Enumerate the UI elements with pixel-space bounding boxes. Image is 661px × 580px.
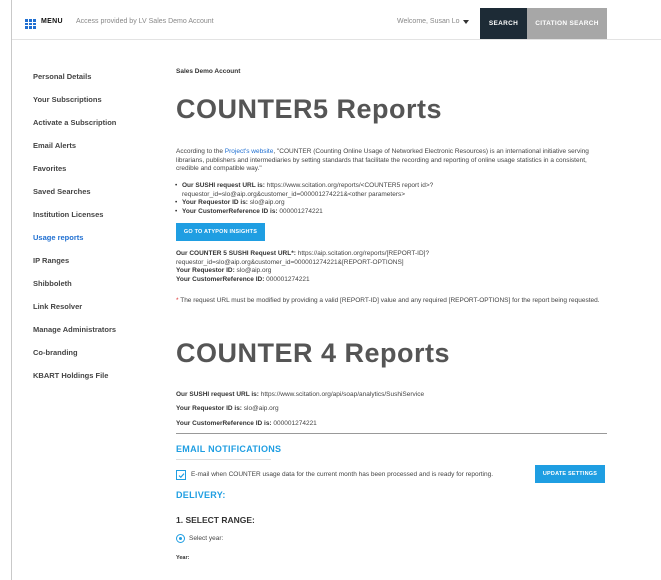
- go-to-atypon-insights-button[interactable]: GO TO ATYPON INSIGHTS: [176, 223, 265, 241]
- project-website-link[interactable]: Project's website: [225, 148, 274, 155]
- sidebar-item-your-subscriptions[interactable]: Your Subscriptions: [33, 95, 102, 104]
- delivery-heading: DELIVERY:: [176, 490, 226, 500]
- counter5-note: * The request URL must be modified by pr…: [176, 297, 600, 304]
- sidebar-item-ip-ranges[interactable]: IP Ranges: [33, 256, 69, 265]
- counter4-requestor-id: Your Requestor ID is: slo@aip.org: [176, 405, 279, 412]
- select-year-radio[interactable]: [176, 534, 185, 543]
- bullet-sushi-url: Our SUSHI request URL is: https://www.sc…: [175, 182, 542, 199]
- email-notification-label: E-mail when COUNTER usage data for the c…: [191, 471, 494, 478]
- sidebar-item-favorites[interactable]: Favorites: [33, 164, 66, 173]
- top-bar: MENU Access provided by LV Sales Demo Ac…: [12, 8, 661, 40]
- email-heading-underline: [176, 459, 271, 460]
- counter4-customer-id: Your CustomerReference ID is: 0000012742…: [176, 420, 317, 427]
- sidebar-item-shibboleth[interactable]: Shibboleth: [33, 279, 72, 288]
- select-year-label: Select year:: [189, 535, 224, 542]
- counter4-title: COUNTER 4 Reports: [176, 338, 451, 368]
- sidebar-item-saved-searches[interactable]: Saved Searches: [33, 187, 91, 196]
- page-frame: MENU Access provided by LV Sales Demo Ac…: [11, 0, 661, 580]
- email-notifications-heading: EMAIL NOTIFICATIONS: [176, 444, 282, 454]
- citation-search-button[interactable]: CITATION SEARCH: [527, 8, 607, 39]
- welcome-text[interactable]: Welcome, Susan Lo: [397, 18, 460, 25]
- chevron-down-icon[interactable]: [463, 20, 469, 24]
- sidebar-item-activate-subscription[interactable]: Activate a Subscription: [33, 118, 116, 127]
- bullet-customer-id: Your CustomerReference ID is: 0000012742…: [175, 208, 323, 217]
- access-text: Access provided by LV Sales Demo Account: [76, 18, 214, 25]
- counter4-sushi-url: Our SUSHI request URL is: https://www.sc…: [176, 391, 425, 398]
- counter5-intro: According to the Project's website, "COU…: [176, 148, 589, 172]
- counter5-requestor-id: Your Requestor ID: slo@aip.org: [176, 267, 272, 274]
- bullet-requestor-id: Your Requestor ID is: slo@aip.org: [175, 199, 285, 208]
- sidebar-item-institution-licenses[interactable]: Institution Licenses: [33, 210, 103, 219]
- menu-button[interactable]: MENU: [41, 18, 63, 25]
- sidebar-item-personal-details[interactable]: Personal Details: [33, 72, 91, 81]
- sidebar-item-kbart-holdings-file[interactable]: KBART Holdings File: [33, 371, 108, 380]
- email-notification-checkbox[interactable]: [176, 470, 186, 480]
- account-name: Sales Demo Account: [176, 68, 241, 75]
- sidebar-item-link-resolver[interactable]: Link Resolver: [33, 302, 82, 311]
- counter5-title: COUNTER5 Reports: [176, 94, 443, 124]
- year-label: Year:: [176, 555, 190, 561]
- sidebar-item-co-branding[interactable]: Co-branding: [33, 348, 78, 357]
- search-button[interactable]: SEARCH: [480, 8, 527, 39]
- sidebar-item-email-alerts[interactable]: Email Alerts: [33, 141, 76, 150]
- checkmark-icon: [178, 472, 184, 478]
- counter5-sushi-url: Our COUNTER 5 SUSHI Request URL*: https:…: [176, 250, 430, 266]
- counter5-customer-id: Your CustomerReference ID: 000001274221: [176, 276, 310, 283]
- sidebar-item-usage-reports[interactable]: Usage reports: [33, 233, 83, 242]
- sidebar-item-manage-administrators[interactable]: Manage Administrators: [33, 325, 116, 334]
- update-settings-button[interactable]: UPDATE SETTINGS: [535, 465, 605, 483]
- select-range-heading: 1. SELECT RANGE:: [176, 515, 255, 525]
- section-divider: [176, 433, 607, 434]
- menu-grid-icon[interactable]: [25, 19, 36, 29]
